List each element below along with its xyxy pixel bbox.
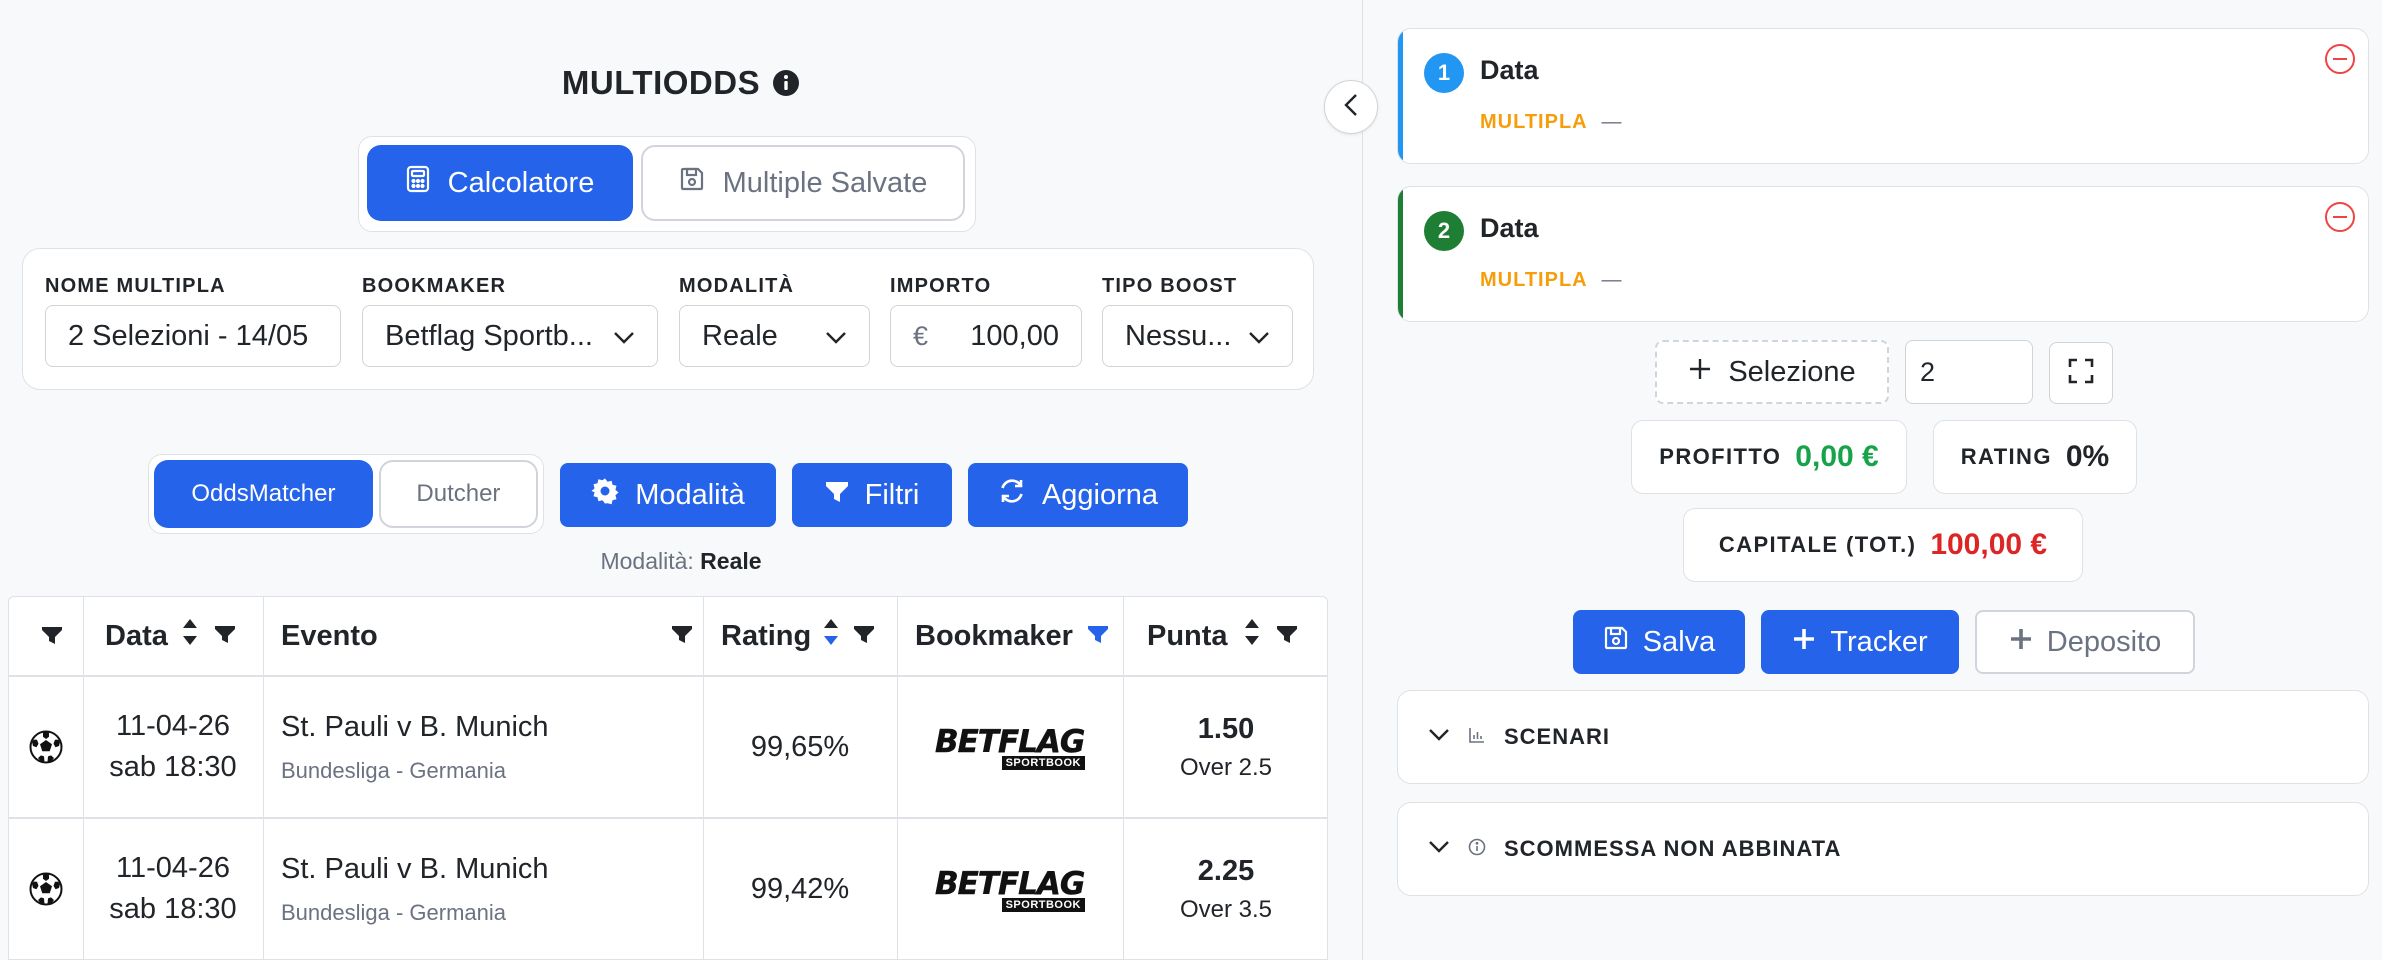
info-icon[interactable] [772, 69, 800, 97]
filtri-button[interactable]: Filtri [792, 463, 952, 527]
plus-icon [2009, 626, 2033, 659]
accordion-scenari[interactable]: SCENARI [1397, 690, 2369, 784]
sort-icon[interactable] [823, 618, 839, 654]
collapse-panel-button[interactable] [1324, 80, 1378, 134]
gear-icon [591, 477, 619, 513]
bookmaker-logo: BETFLAG SPORTBOOK [935, 866, 1086, 912]
event-league: Bundesliga - Germania [281, 757, 507, 783]
amount-label: IMPORTO [890, 275, 992, 297]
toggle-oddsmatcher[interactable]: OddsMatcher [154, 460, 373, 528]
deposit-button[interactable]: Deposito [1975, 610, 2195, 674]
fullscreen-button[interactable] [2049, 342, 2113, 404]
name-input[interactable]: 2 Selezioni - 14/05 [45, 305, 341, 367]
bookmaker-select[interactable]: Betflag Sportb... [362, 305, 658, 367]
add-selection-button[interactable]: Selezione [1655, 340, 1889, 404]
boost-select[interactable]: Nessu... [1102, 305, 1293, 367]
name-label: NOME MULTIPLA [45, 275, 226, 297]
rating-stat: RATING 0% [1933, 420, 2137, 494]
header-rating[interactable]: Rating [721, 597, 889, 675]
soccer-ball-icon [9, 819, 83, 959]
tab-multiple-salvate[interactable]: Multiple Salvate [641, 145, 965, 221]
accordion-scommessa-non-abbinata[interactable]: SCOMMESSA NON ABBINATA [1397, 802, 2369, 896]
bar-chart-icon [1468, 726, 1486, 749]
event-league: Bundesliga - Germania [281, 899, 507, 925]
filter-icon[interactable] [1276, 620, 1298, 653]
chevron-left-icon [1344, 93, 1358, 122]
soccer-ball-icon [9, 677, 83, 817]
chevron-down-icon [825, 320, 847, 353]
aggiorna-button[interactable]: Aggiorna [968, 463, 1188, 527]
bookmaker-logo: BETFLAG SPORTBOOK [935, 724, 1086, 770]
profit-stat: PROFITTO 0,00 € [1631, 420, 1907, 494]
rating-value: 99,65% [750, 730, 850, 763]
plus-icon [1792, 626, 1816, 659]
sort-icon[interactable] [1244, 618, 1260, 654]
odds-value: 1.50 [1197, 712, 1255, 745]
modalita-button[interactable]: Modalità [560, 463, 776, 527]
event-name: St. Pauli v B. Munich [281, 710, 549, 743]
tab-calcolatore[interactable]: Calcolatore [367, 145, 633, 221]
selection-number: 2 [1424, 211, 1464, 251]
current-mode: Modalità: Reale [600, 548, 762, 574]
chevron-down-icon [1248, 320, 1270, 353]
rating-value: 99,42% [750, 872, 850, 905]
header-data[interactable]: Data [105, 597, 255, 675]
mode-select[interactable]: Reale [679, 305, 870, 367]
expand-icon [2068, 358, 2094, 389]
bookmaker-label: BOOKMAKER [362, 275, 507, 297]
remove-circle-icon[interactable] [2324, 43, 2356, 80]
save-icon [1603, 625, 1629, 659]
chevron-down-icon [1428, 840, 1450, 859]
right-panel: 1 Data MULTIPLA — 2 Data MULTIPLA — Sele… [1362, 0, 2382, 960]
event-name: St. Pauli v B. Munich [281, 852, 549, 885]
mode-label: MODALITÀ [679, 275, 795, 297]
odds-value: 2.25 [1197, 854, 1255, 887]
plus-icon [1688, 356, 1712, 389]
refresh-icon [998, 477, 1026, 513]
header-punta[interactable]: Punta [1147, 597, 1322, 675]
multipla-form: NOME MULTIPLA 2 Selezioni - 14/05 BOOKMA… [22, 248, 1314, 390]
selection-count-input[interactable]: 2 [1905, 340, 2033, 404]
selection-number: 1 [1424, 53, 1464, 93]
left-panel: MULTIODDS Calcolatore Multiple Salvate N… [0, 0, 1362, 960]
save-icon [679, 166, 705, 200]
save-button[interactable]: Salva [1573, 610, 1745, 674]
header-evento[interactable]: Evento [281, 597, 693, 675]
sort-icon[interactable] [182, 618, 198, 654]
remove-circle-icon[interactable] [2324, 201, 2356, 238]
selection-type: MULTIPLA — [1480, 269, 1623, 291]
selection-card: 1 Data MULTIPLA — [1397, 28, 2369, 164]
filter-icon[interactable] [853, 620, 875, 653]
odds-table: Data Evento Rating Bookmaker Punta 11-04… [8, 596, 1328, 960]
tracker-button[interactable]: Tracker [1761, 610, 1959, 674]
filter-icon[interactable] [214, 620, 236, 653]
matcher-toggle: OddsMatcher Dutcher [148, 454, 544, 534]
market-value: Over 2.5 [1179, 753, 1273, 781]
calculator-icon [406, 165, 430, 201]
market-value: Over 3.5 [1179, 895, 1273, 923]
selection-title: Data [1480, 55, 1539, 85]
sport-filter-icon[interactable] [41, 597, 63, 675]
toggle-dutcher[interactable]: Dutcher [378, 460, 538, 528]
main-tabs: Calcolatore Multiple Salvate [358, 136, 976, 232]
currency-symbol: € [913, 320, 929, 351]
boost-label: TIPO BOOST [1102, 275, 1238, 297]
capital-stat: CAPITALE (TOT.) 100,00 € [1683, 508, 2083, 582]
filter-icon [825, 479, 849, 512]
chevron-down-icon [1428, 728, 1450, 747]
selection-title: Data [1480, 213, 1539, 243]
header-bookmaker[interactable]: Bookmaker [915, 597, 1115, 675]
amount-input[interactable]: € 100,00 [890, 305, 1082, 367]
chevron-down-icon [613, 320, 635, 353]
filter-icon[interactable] [671, 620, 693, 653]
selection-type: MULTIPLA — [1480, 111, 1623, 133]
page-title: MULTIODDS [0, 64, 1362, 102]
selection-card: 2 Data MULTIPLA — [1397, 186, 2369, 322]
info-circle-icon [1468, 838, 1486, 861]
filter-active-icon[interactable] [1087, 620, 1109, 653]
